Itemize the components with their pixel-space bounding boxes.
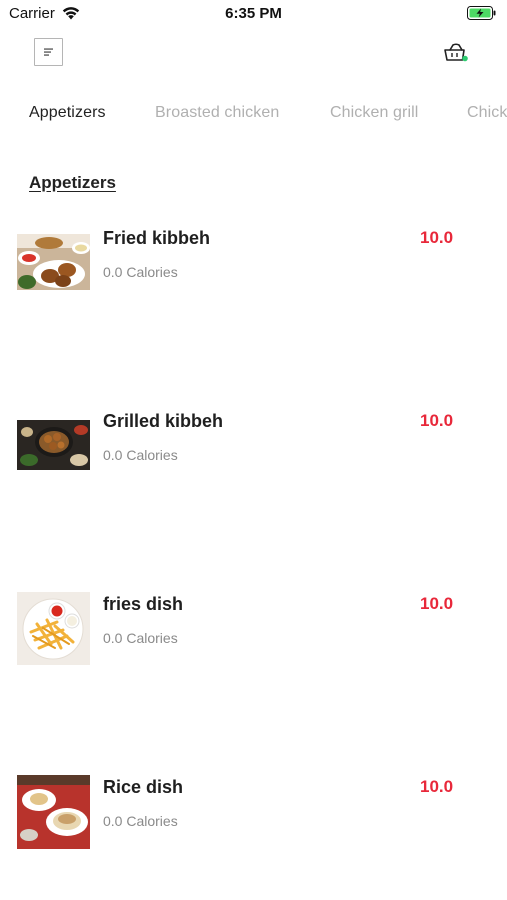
menu-icon — [44, 48, 53, 56]
item-photo — [17, 234, 90, 290]
menu-item[interactable]: fries dish 0.0 Calories 10.0 — [0, 592, 507, 672]
item-calories: 0.0 Calories — [103, 630, 178, 646]
menu-item[interactable]: Fried kibbeh 0.0 Calories 10.0 — [0, 226, 507, 306]
menu-button[interactable] — [34, 38, 63, 66]
item-photo — [17, 775, 90, 849]
item-photo — [17, 420, 90, 470]
item-calories: 0.0 Calories — [103, 264, 178, 280]
section-title: Appetizers — [29, 173, 116, 192]
item-name: fries dish — [103, 594, 184, 614]
item-price: 10.0 — [420, 411, 454, 430]
item-price: 10.0 — [420, 228, 454, 247]
battery-charging-icon — [467, 6, 496, 20]
item-price: 10.0 — [420, 777, 454, 796]
clock: 6:35 PM — [225, 5, 282, 22]
tab-chicken-grill[interactable]: Chicken grill — [330, 104, 418, 122]
item-calories: 0.0 Calories — [103, 447, 178, 463]
tab-appetizers[interactable]: Appetizers — [29, 104, 106, 122]
menu-item[interactable]: Grilled kibbeh 0.0 Calories 10.0 — [0, 409, 507, 489]
item-name: Fried kibbeh — [103, 228, 211, 248]
item-price: 10.0 — [420, 594, 454, 613]
status-bar: Carrier 6:35 PM — [0, 0, 507, 28]
item-name: Grilled kibbeh — [103, 411, 224, 431]
category-tabs: Appetizers Broasted chicken Chicken gril… — [0, 104, 507, 130]
menu-item[interactable]: Rice dish 0.0 Calories 10.0 — [0, 775, 507, 855]
item-calories: 0.0 Calories — [103, 813, 178, 829]
tab-chicken-partial[interactable]: Chick — [467, 104, 507, 122]
tab-broasted-chicken[interactable]: Broasted chicken — [155, 104, 279, 122]
item-name: Rice dish — [103, 777, 184, 797]
shopping-basket-icon[interactable] — [443, 42, 469, 64]
item-photo — [17, 592, 90, 665]
